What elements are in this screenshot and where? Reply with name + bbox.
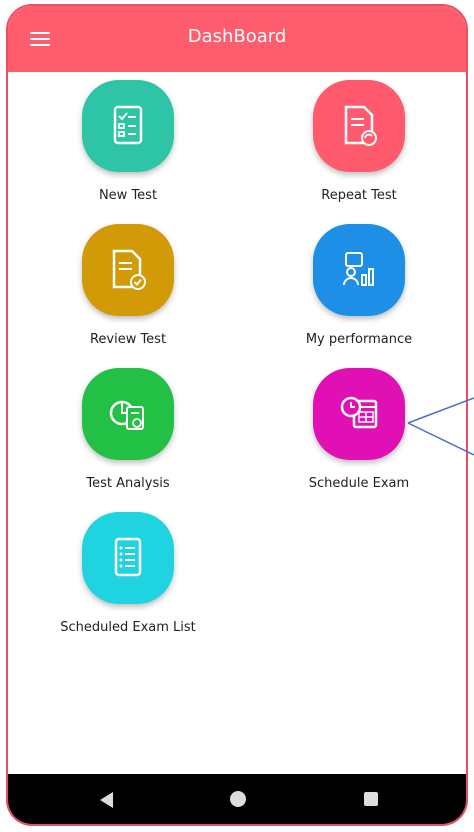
- checklist-icon[interactable]: [82, 80, 174, 172]
- phone-frame: DashBoard New Test Repeat Test Review Te…: [6, 4, 468, 826]
- pie-chart-report-icon[interactable]: [82, 368, 174, 460]
- home-icon[interactable]: [230, 791, 246, 807]
- tile-test-analysis[interactable]: Test Analysis: [53, 368, 203, 491]
- tile-scheduled-exam-list[interactable]: Scheduled Exam List: [53, 512, 203, 635]
- tile-label: Schedule Exam: [308, 476, 410, 491]
- tile-label: New Test: [98, 188, 158, 203]
- tile-my-performance[interactable]: My performance: [284, 224, 434, 347]
- document-repeat-icon[interactable]: [313, 80, 405, 172]
- app-bar: DashBoard: [8, 6, 466, 72]
- performance-chart-icon[interactable]: [313, 224, 405, 316]
- document-check-icon[interactable]: [82, 224, 174, 316]
- tile-label: Review Test: [89, 332, 167, 347]
- android-nav-bar: [8, 774, 466, 824]
- recent-apps-icon[interactable]: [364, 792, 378, 806]
- tile-label: My performance: [305, 332, 413, 347]
- tile-label: Test Analysis: [86, 476, 170, 491]
- clock-calendar-icon[interactable]: [313, 368, 405, 460]
- list-document-icon[interactable]: [82, 512, 174, 604]
- tile-schedule-exam[interactable]: Schedule Exam: [284, 368, 434, 491]
- page-title: DashBoard: [187, 26, 287, 47]
- tile-review-test[interactable]: Review Test: [53, 224, 203, 347]
- tile-label: Scheduled Exam List: [60, 620, 196, 635]
- tile-new-test[interactable]: New Test: [53, 80, 203, 203]
- back-icon[interactable]: [100, 792, 113, 808]
- tile-label: Repeat Test: [321, 188, 397, 203]
- tile-repeat-test[interactable]: Repeat Test: [284, 80, 434, 203]
